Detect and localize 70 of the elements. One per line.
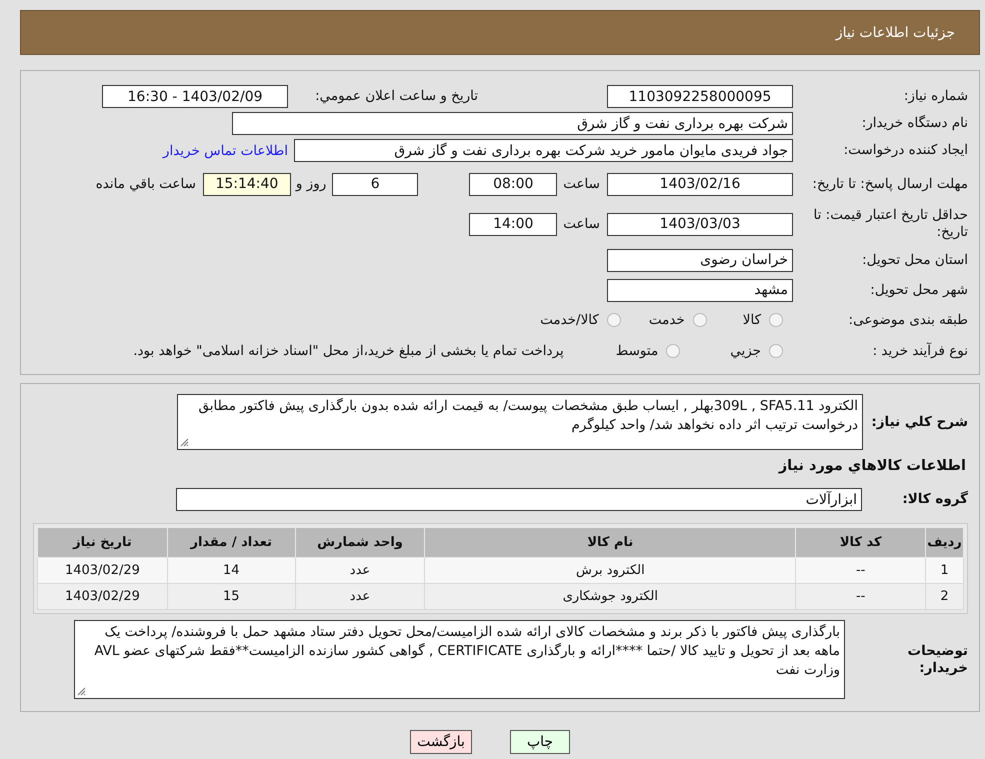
table-cell: 15 bbox=[167, 584, 296, 610]
description-text-area[interactable]: الکترود 309L , SFA5.11بهلر , ایساب طبق مشخصات پیوست/ به قیمت ارائه شده بدون بارگذاری پیش فاکتور مطابق درخواست ترتیب اثر داده نخواهد شد/ واحد کیلوگرم bbox=[177, 394, 863, 450]
radio-button[interactable] bbox=[769, 344, 783, 358]
field-label: ايجاد کننده درخواست: bbox=[842, 142, 968, 159]
goods-group-field[interactable]: ابزارآلات bbox=[176, 488, 862, 511]
column-header: کد کالا bbox=[796, 528, 926, 558]
table-cell: عدد bbox=[295, 584, 425, 610]
radio-button[interactable] bbox=[692, 313, 707, 327]
announce-date-field[interactable]: 1403/02/09 - 16:30 bbox=[102, 85, 288, 108]
radio-button[interactable] bbox=[606, 313, 621, 327]
remaining-label: ساعت باقي مانده bbox=[96, 176, 196, 192]
field-label: نوع فرآیند خرید : bbox=[872, 342, 968, 360]
table-cell: -- bbox=[796, 584, 926, 610]
print-button[interactable]: چاپ bbox=[510, 730, 570, 754]
date-field[interactable]: 1403/02/16 bbox=[607, 172, 793, 196]
field-label: شماره نیاز: bbox=[902, 88, 968, 105]
days-label: روز و bbox=[296, 176, 326, 192]
field-label: استان محل تحویل: bbox=[861, 252, 968, 268]
field-label: طبقه بندی موضوعی: bbox=[848, 312, 968, 328]
radio-label: متوسط bbox=[616, 343, 658, 359]
field-label: نام دستگاه خريدار: bbox=[860, 115, 968, 132]
field-label: مهلت ارسال پاسخ: تا تاریخ: bbox=[811, 176, 968, 192]
field-label: شرح کلي نياز: bbox=[870, 414, 968, 430]
field-label: توضيحات خريدار: bbox=[906, 642, 968, 676]
back-button[interactable]: بازگشت bbox=[410, 730, 472, 754]
days-field[interactable]: 6 bbox=[332, 172, 418, 196]
table-cell: الکترود جوشکاری bbox=[424, 584, 796, 610]
buyer-field[interactable]: شرکت بهره برداری نفت و گاز شرق bbox=[232, 112, 793, 135]
column-header: ردیف bbox=[926, 528, 964, 558]
field-label: حداقل تاریخ اعتبار قیمت: تا تاریخ: bbox=[812, 207, 968, 241]
section-title: اطلاعات کالاهاي مورد نياز bbox=[777, 457, 967, 476]
table-cell: 1403/02/29 bbox=[38, 558, 168, 584]
column-header: تعداد / مقدار bbox=[167, 528, 296, 558]
field-label: شهر محل تحویل: bbox=[869, 282, 968, 298]
radio-label: کالا bbox=[742, 312, 761, 328]
column-header: نام کالا bbox=[424, 528, 796, 558]
buyer-contact-link[interactable]: اطلاعات تماس خريدار bbox=[162, 142, 288, 158]
time-label: ساعت bbox=[563, 216, 600, 232]
field-label: گروه کالا: bbox=[901, 491, 968, 508]
remaining-time-field[interactable]: 15:14:40 bbox=[202, 172, 291, 196]
field-label: تاريخ و ساعت اعلان عمومي: bbox=[314, 88, 478, 105]
table-cell: 14 bbox=[167, 558, 296, 584]
radio-label: خدمت bbox=[648, 312, 685, 328]
time-field[interactable]: 14:00 bbox=[469, 212, 558, 236]
page-title: جزئیات اطلاعات نیاز bbox=[836, 24, 955, 40]
table-cell: عدد bbox=[295, 558, 425, 584]
table-cell: -- bbox=[796, 558, 926, 584]
resize-grip-icon[interactable] bbox=[180, 438, 189, 447]
resize-grip-icon[interactable] bbox=[77, 687, 86, 696]
table-cell: 2 bbox=[926, 584, 964, 610]
need-number-field[interactable]: 1103092258000095 bbox=[607, 85, 793, 108]
column-header: واحد شمارش bbox=[295, 528, 425, 558]
radio-label: جزيي bbox=[730, 343, 761, 359]
payment-note: پرداخت تمام یا بخشی از مبلغ خرید،از محل "اسناد خزانه اسلامی" خواهد بود. bbox=[133, 343, 564, 359]
description-text: الکترود 309L , SFA5.11بهلر , ایساب طبق مشخصات پیوست/ به قیمت ارائه شده بدون بارگذاری پیش فاکتور مطابق درخواست ترتیب اثر داده نخواهد شد/ واحد کیلوگرم bbox=[198, 398, 858, 433]
province-field[interactable]: خراسان رضوی bbox=[607, 248, 793, 272]
column-header: تاریخ نیاز bbox=[38, 528, 168, 558]
radio-button[interactable] bbox=[666, 344, 680, 358]
table-cell: الکترود برش bbox=[424, 558, 796, 584]
time-field[interactable]: 08:00 bbox=[469, 172, 558, 196]
buyer-notes-text: بارگذاری پیش فاکتور با ذکر برند و مشخصات کالای ارائه شده الزامیست/محل تحویل دفتر ستاد مشهد حمل با فروشنده/ پرداخت یک ماهه بعد از تحویل و تایید کالا /حتما ****ارائه و بارگذاری CERTIFICATE , گواهی کشور سازنده الزامیست**فقط شرکتهای عضو AVL وزارت نفت bbox=[94, 624, 840, 678]
buyer-notes-text-area[interactable] bbox=[74, 620, 845, 699]
city-field[interactable]: مشهد bbox=[607, 278, 793, 302]
time-label: ساعت bbox=[563, 176, 600, 192]
table-cell: 1403/02/29 bbox=[38, 584, 168, 610]
radio-button[interactable] bbox=[769, 313, 783, 327]
radio-label: کالا/خدمت bbox=[540, 312, 599, 328]
date-field[interactable]: 1403/03/03 bbox=[607, 212, 793, 236]
requester-field[interactable]: جواد فریدی مایوان مامور خرید شرکت بهره برداری نفت و گاز شرق bbox=[294, 139, 793, 162]
table-cell: 1 bbox=[926, 558, 964, 584]
